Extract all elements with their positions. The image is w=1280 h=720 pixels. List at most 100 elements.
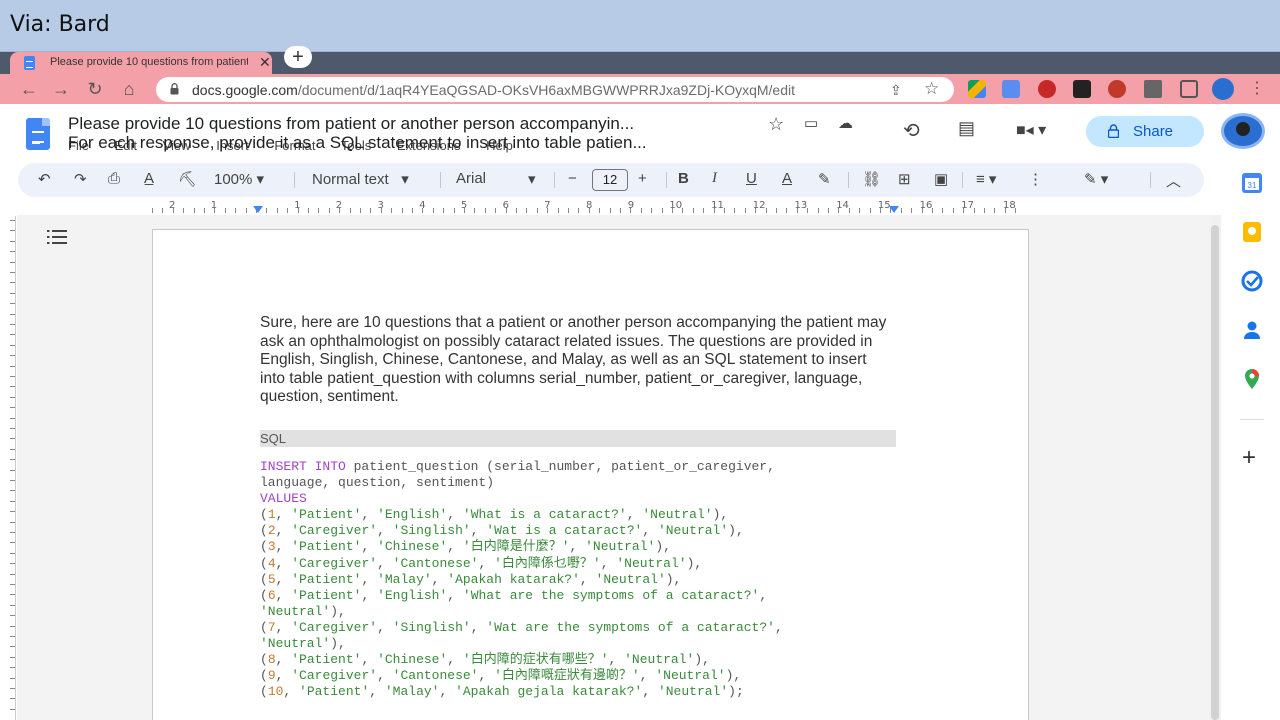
contacts-icon[interactable] <box>1241 319 1263 341</box>
row-sentiment: 'Neutral' <box>655 668 726 684</box>
vruler-tick <box>10 251 15 253</box>
ruler-tick <box>911 208 913 213</box>
docs-logo-icon[interactable] <box>26 118 50 150</box>
ruler-tick <box>318 208 320 213</box>
more-icon[interactable]: ⋮ <box>1028 170 1043 188</box>
tasks-icon[interactable] <box>1241 270 1263 292</box>
vruler-tick <box>10 272 15 273</box>
left-indent-marker[interactable] <box>253 206 263 213</box>
row-sentiment: 'Neutral' <box>260 603 331 619</box>
code-block-label: SQL <box>260 430 896 447</box>
translate-extension-icon[interactable] <box>1002 80 1020 98</box>
align-icon[interactable]: ≡ ▾ <box>976 170 996 188</box>
meet-camera-icon[interactable]: ■◂ ▾ <box>1016 120 1046 140</box>
row-question: 'Apakah gejala katarak?' <box>455 684 643 700</box>
ruler-tick <box>422 208 424 213</box>
keep-icon[interactable] <box>1241 221 1263 243</box>
reload-icon[interactable]: ↻ <box>84 78 106 100</box>
url-path: /document/d/1aqR4YEaQGSAD-OKsVH6axMBGWWP… <box>297 82 795 98</box>
history-icon[interactable]: ⟲ <box>903 118 920 143</box>
home-icon[interactable]: ⌂ <box>118 78 140 100</box>
add-comment-icon[interactable]: ⊞ <box>898 170 911 188</box>
right-indent-marker[interactable] <box>889 206 899 213</box>
side-panel-icon[interactable] <box>1180 80 1198 98</box>
row-role: 'Caregiver' <box>291 668 378 684</box>
svg-text:31: 31 <box>1248 181 1257 190</box>
ruler-tick <box>599 208 601 213</box>
extension-grid-icon[interactable] <box>1073 80 1091 98</box>
zoom-select[interactable]: 100% ▾ <box>214 170 264 188</box>
vruler-tick <box>10 667 15 669</box>
vruler-tick <box>10 261 15 263</box>
undo-icon[interactable]: ↶ <box>38 170 51 188</box>
caption-bar: Via: Bard <box>0 0 1280 52</box>
font-select[interactable]: Arial ▾ <box>456 170 540 188</box>
vruler-tick <box>10 220 15 221</box>
maps-icon[interactable] <box>1241 368 1263 390</box>
ruler-tick <box>214 208 216 213</box>
font-size-input[interactable]: 12 <box>592 169 628 191</box>
browser-tab-active[interactable]: Please provide 10 questions from patient… <box>10 52 272 74</box>
image-icon[interactable]: ▣ <box>934 170 948 188</box>
ruler-tick <box>848 208 850 213</box>
new-tab-button[interactable]: + <box>284 46 312 68</box>
paint-format-icon[interactable]: ⛏ <box>178 170 197 188</box>
vruler-tick <box>10 480 15 481</box>
ruler-tick <box>484 208 486 213</box>
text-color-icon[interactable]: A <box>782 170 792 187</box>
calendar-icon[interactable]: 31 <box>1241 172 1263 194</box>
increase-font-size-button[interactable]: + <box>638 170 647 187</box>
edit-mode-icon[interactable]: ✎ ▾ <box>1084 170 1108 188</box>
tab-close-icon[interactable]: ✕ <box>259 54 271 71</box>
document-page[interactable]: Sure, here are 10 questions that a patie… <box>152 229 1029 720</box>
ruler-tick <box>609 208 611 213</box>
drive-extension-icon[interactable] <box>968 80 986 98</box>
extension-red-icon[interactable] <box>1038 80 1056 98</box>
outline-icon[interactable] <box>47 229 67 245</box>
ruler-tick <box>734 208 736 213</box>
print-icon[interactable]: ⎙ <box>108 170 120 187</box>
ruler-tick <box>661 208 663 213</box>
move-folder-icon[interactable]: ▭ <box>804 114 818 132</box>
link-icon[interactable]: ⛓ <box>862 170 881 188</box>
share-button[interactable]: Share <box>1086 116 1204 147</box>
ruler-tick <box>453 208 455 213</box>
extensions-puzzle-icon[interactable] <box>1144 80 1162 98</box>
sql-code-block: INSERT INTO patient_question (serial_num… <box>260 459 783 700</box>
bold-icon[interactable]: B <box>678 170 689 187</box>
row-end: ); <box>728 684 744 700</box>
redo-icon[interactable]: ↷ <box>74 170 87 188</box>
row-question: '白内障是什麼？' <box>462 539 570 555</box>
decrease-font-size-button[interactable]: − <box>568 170 577 187</box>
share-page-icon[interactable]: ⇪ <box>890 82 902 99</box>
account-avatar[interactable] <box>1221 113 1265 149</box>
star-icon[interactable]: ☆ <box>768 114 784 135</box>
underline-icon[interactable]: U <box>746 170 757 187</box>
ruler-tick <box>692 208 694 213</box>
profile-avatar-icon[interactable] <box>1212 78 1234 100</box>
italic-icon[interactable]: I <box>712 170 717 187</box>
ruler-tick <box>786 208 788 213</box>
bookmark-star-icon[interactable]: ☆ <box>924 79 939 99</box>
forward-arrow-icon[interactable]: → <box>50 78 72 100</box>
ruler-tick <box>620 208 621 213</box>
lock-icon[interactable] <box>170 83 179 95</box>
document-title[interactable]: Please provide 10 questions from patient… <box>68 114 634 134</box>
vertical-ruler[interactable] <box>0 216 16 720</box>
ruler-tick <box>297 208 299 213</box>
vruler-tick <box>10 615 15 617</box>
toolbar-divider <box>440 172 441 188</box>
browser-menu-icon[interactable]: ⋮ <box>1246 78 1268 100</box>
add-icon[interactable]: + <box>1242 444 1256 472</box>
back-arrow-icon[interactable]: ← <box>18 78 40 100</box>
scrollbar-thumb[interactable] <box>1211 225 1219 720</box>
cloud-status-icon[interactable]: ☁ <box>838 114 853 132</box>
address-bar[interactable]: docs.google.com/document/d/1aqR4YEaQGSAD… <box>156 77 954 102</box>
style-select[interactable]: Normal text ▾ <box>312 170 409 188</box>
extension-audio-icon[interactable] <box>1108 80 1126 98</box>
comment-icon[interactable]: ▤ <box>958 118 975 139</box>
collapse-icon[interactable]: ︿ <box>1166 170 1181 191</box>
spellcheck-icon[interactable]: A̲ <box>144 170 154 187</box>
row-language: 'English' <box>377 507 448 523</box>
highlight-icon[interactable]: ✎ <box>818 170 831 188</box>
